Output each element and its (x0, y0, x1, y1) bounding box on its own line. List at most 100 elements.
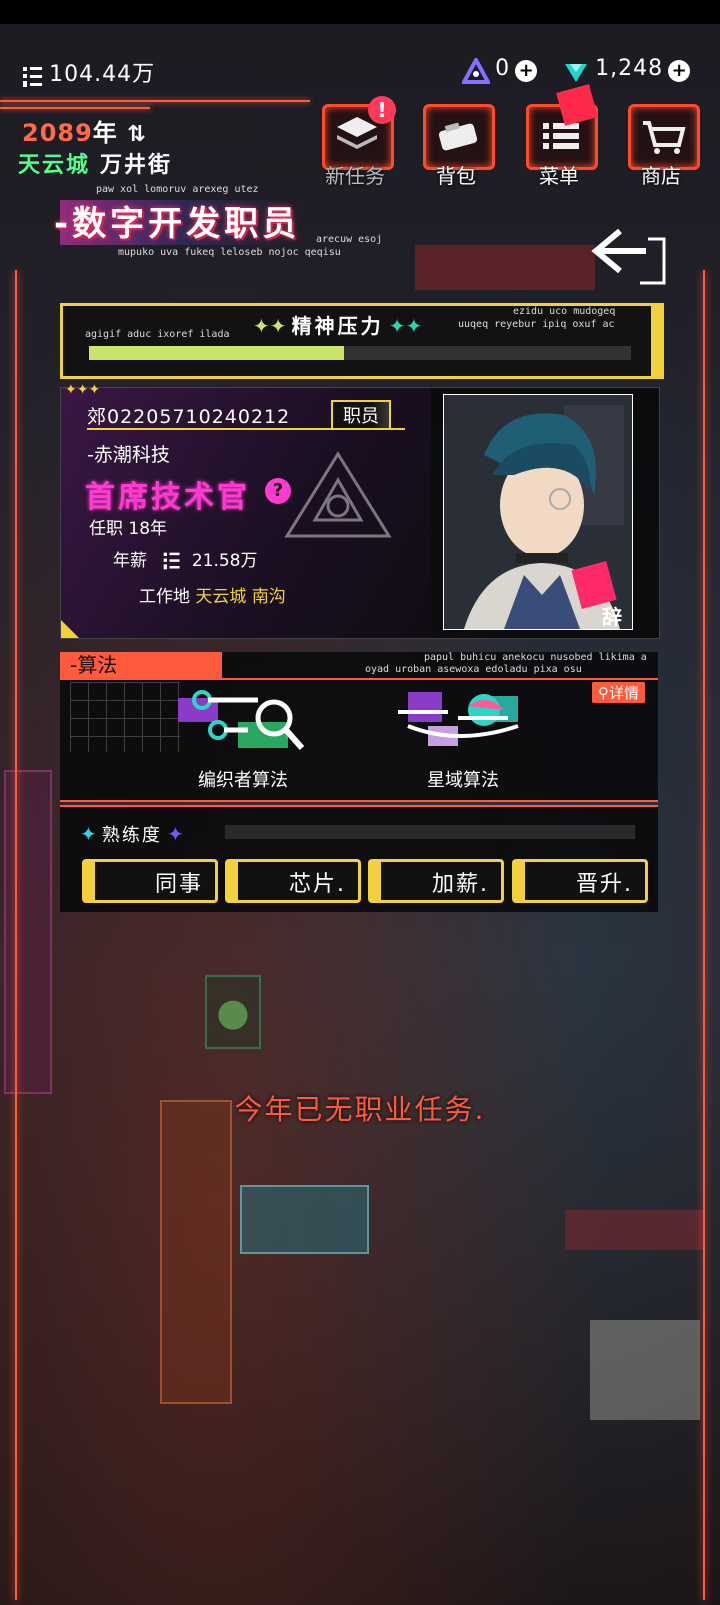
employee-portrait: ✦✦✦ 辞职 (443, 394, 633, 630)
bag-button[interactable]: 背包 (417, 104, 495, 188)
weaver-algorithm-label: 编织者算法 (198, 770, 288, 791)
job-title: -数字开发职员 (54, 204, 301, 244)
background-sign-left (4, 770, 52, 1094)
search-icon: ⚲ (598, 684, 609, 702)
back-arrow-icon (591, 228, 666, 285)
employee-card: ✦✦✦ 郊02205710240212 职员 -赤潮科技 首席技术官 ? 任职 … (60, 382, 660, 639)
colleague-button[interactable]: 同事 (82, 859, 218, 903)
promote-button[interactable]: 晋升. (512, 859, 648, 903)
stress-bar-track (89, 346, 631, 360)
algorithm-tab[interactable]: -算法 (60, 652, 222, 678)
refresh-icon[interactable]: ⇅ (127, 122, 146, 147)
gem-a-add-button[interactable]: + (515, 59, 538, 82)
header-line-2 (0, 107, 150, 109)
triangle-gem-icon (462, 57, 490, 84)
card-corner (61, 620, 79, 638)
button-nub (228, 862, 238, 900)
proficiency-label: 熟练度 (101, 825, 162, 846)
stress-title-row: ✦✦ 精神压力 ✦✦ (253, 310, 422, 339)
money-icon (23, 66, 42, 87)
salary-row: 年薪 21.58万 (113, 546, 257, 571)
button-nub (371, 862, 381, 900)
card-info: ✦✦✦ 郊02205710240212 职员 -赤潮科技 首席技术官 ? 任职 … (61, 382, 431, 638)
raise-button[interactable]: 加薪. (368, 859, 504, 903)
cipher-b: mupuko uva fukeq leloseb nojoc qeqisu (118, 247, 341, 258)
workplace-area: 南沟 (251, 587, 286, 607)
gem-b-display: 1,248 + (562, 56, 691, 84)
background-sign-soup (240, 1185, 369, 1254)
header-line (0, 100, 310, 102)
weaver-algorithm-icon (178, 690, 305, 750)
button-nub (85, 862, 95, 900)
id-underline (87, 428, 405, 430)
money-amount: 104.44万 (49, 62, 156, 87)
shop-button[interactable]: 商店 (622, 104, 700, 188)
shop-label: 商店 (641, 164, 681, 188)
star-domain-algorithm-label: 星域算法 (427, 770, 499, 791)
detail-label: 详情 (609, 684, 640, 702)
proficiency-row: ✦ 熟练度 ✦ (80, 821, 184, 847)
money-icon (164, 552, 180, 570)
workplace-label: 工作地 (139, 587, 190, 607)
algorithm-bottom-line (60, 800, 658, 802)
rank-title: 首席技术官 (85, 480, 250, 515)
cart-icon (643, 121, 686, 154)
no-tasks-notice: 今年已无职业任务. (234, 1093, 486, 1126)
street-name: 万井街 (100, 153, 173, 178)
stress-panel-edge (651, 306, 661, 376)
location-display: 天云城 万井街 (18, 147, 172, 179)
gem-b-amount: 1,248 (595, 56, 664, 81)
workplace-city: 天云城 (195, 587, 247, 607)
year-unit: 年 (92, 119, 118, 147)
gem-b-add-button[interactable]: + (668, 59, 691, 82)
sparkle-icon-left: ✦ (80, 822, 97, 846)
algorithm-cipher-2: oyad uroban asewoxa edoladu pixa osu (365, 664, 582, 675)
resign-button[interactable]: 辞职 (602, 601, 632, 629)
workplace-row: 工作地 天云城 南沟 (139, 582, 286, 607)
detail-button[interactable]: ⚲详情 (592, 682, 646, 703)
year-value: 2089 (22, 119, 93, 147)
salary-value: 21.58万 (191, 551, 258, 571)
status-bar (0, 0, 720, 24)
algorithm-divider (60, 678, 658, 680)
year-display: 2089年 ⇅ (22, 113, 147, 148)
chip-label: 芯片. (289, 872, 346, 897)
algorithm-cipher-1: papul buhicu anekocu nusobed likima a (424, 652, 647, 663)
stress-cipher-right-1: ezidu uco mudogeq (513, 306, 616, 317)
algorithm-item-star[interactable]: 星域算法 (398, 686, 528, 791)
stress-bar-fill (89, 346, 344, 360)
menu-label: 菜单 (539, 164, 579, 188)
background-sign-vertical (160, 1100, 232, 1404)
background-sign-right2 (590, 1320, 700, 1420)
cipher-top: paw xol lomoruv arexeg utez (96, 184, 259, 195)
sparkle-icon-2: ✦✦ (388, 314, 423, 338)
button-nub (515, 862, 525, 900)
back-button[interactable] (590, 225, 670, 289)
tasks-label: 新任务 (325, 164, 385, 188)
sparkle-icon-right: ✦ (166, 822, 184, 846)
algorithm-panel: -算法 papul buhicu anekocu nusobed likima … (60, 652, 658, 802)
cipher-a: arecuw esoj (316, 234, 383, 245)
bag-label: 背包 (436, 164, 476, 188)
diamond-gem-icon (565, 63, 587, 82)
gem-a-display: 0 + (462, 56, 538, 84)
stress-cipher-left: agigif aduc ixoref ilada (85, 329, 230, 340)
frame-left (15, 270, 17, 1600)
company-logo-icon (284, 451, 392, 538)
background-sign-right (565, 1210, 705, 1250)
money-display: 104.44万 (22, 56, 155, 89)
city-name: 天云城 (18, 153, 91, 178)
background-sign-top (415, 245, 595, 290)
tenure-text: 任职 18年 (89, 519, 168, 539)
employee-id: 郊02205710240212 (87, 406, 291, 428)
proficiency-panel: ✦ 熟练度 ✦ 同事 芯片. 加薪. 晋升. (60, 805, 658, 912)
colleague-label: 同事 (154, 872, 203, 897)
grid-pattern (70, 682, 180, 752)
bag-icon (438, 122, 478, 151)
company-name: -赤潮科技 (87, 444, 170, 466)
chip-button[interactable]: 芯片. (225, 859, 361, 903)
algorithm-item-weaver[interactable]: 编织者算法 (178, 686, 308, 791)
gem-a-amount: 0 (495, 56, 511, 81)
raise-label: 加薪. (432, 872, 489, 897)
sparkle-icon: ✦✦ (253, 314, 287, 338)
